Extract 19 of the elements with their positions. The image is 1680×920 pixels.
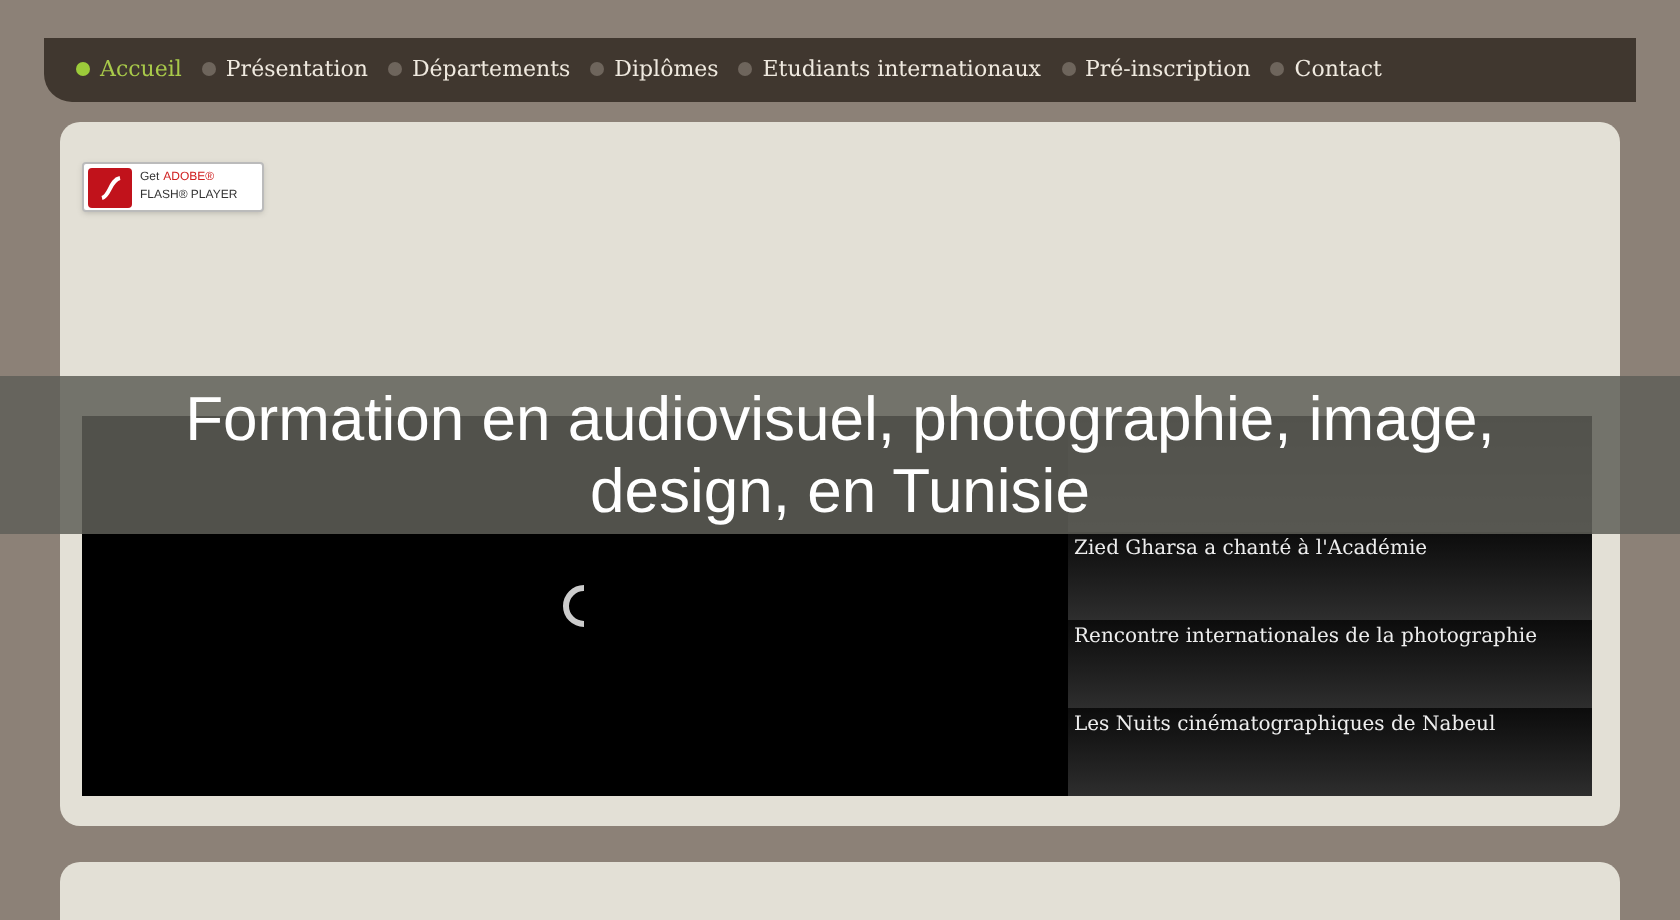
bullet-icon: [387, 62, 402, 77]
caption-text: Formation en audiovisuel, photographie, image, design, en Tunisie: [183, 383, 1497, 527]
nav-link[interactable]: Etudiants internationaux: [738, 53, 1042, 87]
bullet-icon: [1061, 62, 1076, 77]
bullet-icon: [590, 62, 605, 77]
nav-link[interactable]: Accueil: [76, 53, 182, 87]
news-item[interactable]: Les Nuits cinématographiques de Nabeul: [1068, 708, 1592, 797]
news-item[interactable]: Rencontre internationales de la photographie: [1068, 620, 1592, 709]
bullet-icon: [76, 62, 90, 77]
bullet-icon: [738, 62, 753, 77]
nav-link[interactable]: Présentation: [201, 53, 368, 87]
flash-logo-icon: [88, 167, 132, 208]
nav-link[interactable]: Pré-inscription: [1061, 53, 1251, 87]
bullet-icon: [1270, 62, 1285, 77]
nav-link[interactable]: Départements: [387, 53, 571, 87]
nav-link[interactable]: Diplômes: [590, 53, 719, 87]
bullet-icon: [201, 62, 216, 77]
nav-link[interactable]: Contact: [1270, 53, 1382, 87]
news-item[interactable]: Zied Gharsa a chanté à l'Académie: [1068, 532, 1592, 621]
